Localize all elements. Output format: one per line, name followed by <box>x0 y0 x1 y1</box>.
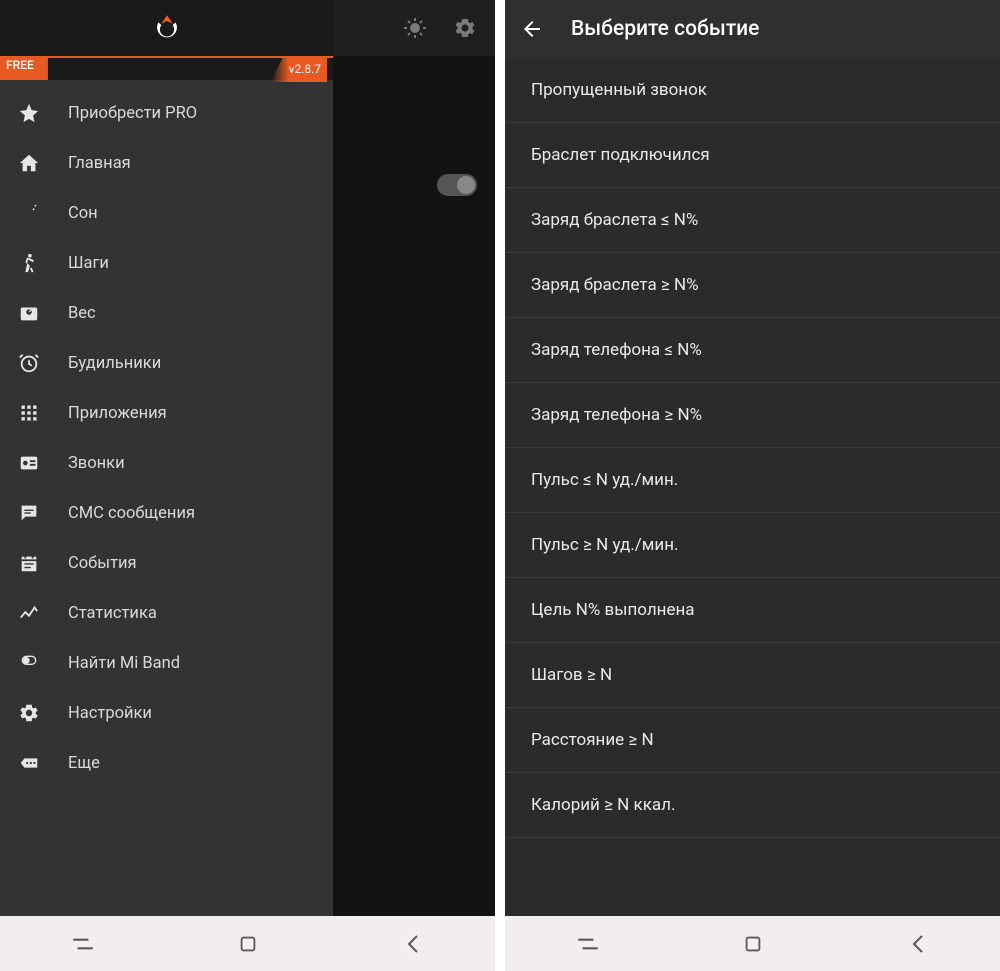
event-item[interactable]: Пропущенный звонок <box>505 58 1000 123</box>
sidebar-item-label: Приобрести PRO <box>68 104 197 123</box>
event-list: Пропущенный звонокБраслет подключилсяЗар… <box>505 58 1000 916</box>
sidebar-item-alarm[interactable]: Будильники <box>0 338 333 388</box>
sidebar-item-apps[interactable]: Приложения <box>0 388 333 438</box>
sidebar-item-label: Статистика <box>68 604 157 623</box>
sidebar-item-label: Вес <box>68 304 96 323</box>
toggle-knob <box>457 176 475 194</box>
sidebar-item-sms[interactable]: СМС сообщения <box>0 488 333 538</box>
more-icon <box>18 752 40 774</box>
left-header <box>0 0 495 56</box>
star-icon <box>18 102 40 124</box>
events-icon <box>18 552 40 574</box>
sidebar-item-calls[interactable]: Звонки <box>0 438 333 488</box>
logo-area <box>0 0 333 56</box>
gear-icon[interactable] <box>443 6 487 50</box>
event-item[interactable]: Калорий ≥ N ккал. <box>505 773 1000 838</box>
sidebar-item-label: События <box>68 554 137 573</box>
sidebar-item-label: Найти Mi Band <box>68 654 180 673</box>
system-navbar-right <box>505 916 1000 971</box>
stats-icon <box>18 602 40 624</box>
settings-icon <box>18 702 40 724</box>
moon-icon <box>18 202 40 224</box>
free-badge: FREE <box>0 56 48 80</box>
event-item[interactable]: Заряд телефона ≥ N% <box>505 383 1000 448</box>
version-bar: FREE v2.8.7 <box>0 56 333 80</box>
toggle-switch[interactable] <box>437 174 477 196</box>
calls-icon <box>18 452 40 474</box>
event-item[interactable]: Заряд браслета ≤ N% <box>505 188 1000 253</box>
event-item[interactable]: Браслет подключился <box>505 123 1000 188</box>
sidebar-item-label: Сон <box>68 204 98 223</box>
event-item[interactable]: Заряд телефона ≤ N% <box>505 318 1000 383</box>
right-header: Выберите событие <box>505 0 1000 58</box>
event-item[interactable]: Цель N% выполнена <box>505 578 1000 643</box>
event-item[interactable]: Расстояние ≥ N <box>505 708 1000 773</box>
back-button[interactable] <box>383 924 443 964</box>
sms-icon <box>18 502 40 524</box>
sidebar-item-label: Главная <box>68 154 131 173</box>
sidebar-item-label: Настройки <box>68 704 152 723</box>
event-item[interactable]: Заряд браслета ≥ N% <box>505 253 1000 318</box>
weight-icon <box>18 302 40 324</box>
recents-button[interactable] <box>558 924 618 964</box>
sidebar-item-label: Приложения <box>68 404 167 423</box>
sidebar-item-label: Звонки <box>68 454 125 473</box>
home-button[interactable] <box>723 924 783 964</box>
home-button[interactable] <box>218 924 278 964</box>
sidebar-item-find[interactable]: Найти Mi Band <box>0 638 333 688</box>
apps-icon <box>18 402 40 424</box>
nav-drawer: Приобрести PRO Главная Сон Шаги Вес Будильник… <box>0 80 333 916</box>
home-icon <box>18 152 40 174</box>
sidebar-item-settings[interactable]: Настройки <box>0 688 333 738</box>
sidebar-item-label: СМС сообщения <box>68 504 195 523</box>
sidebar-item-stats[interactable]: Статистика <box>0 588 333 638</box>
drawer-scrim[interactable] <box>333 56 495 916</box>
sidebar-item-star[interactable]: Приобрести PRO <box>0 88 333 138</box>
sidebar-item-home[interactable]: Главная <box>0 138 333 188</box>
bug-icon[interactable] <box>393 6 437 50</box>
event-item[interactable]: Шагов ≥ N <box>505 643 1000 708</box>
phone-right: Выберите событие Пропущенный звонокБрасл… <box>505 0 1000 971</box>
header-actions <box>333 6 495 50</box>
alarm-icon <box>18 352 40 374</box>
back-arrow-icon[interactable] <box>519 16 545 42</box>
event-item[interactable]: Пульс ≥ N уд./мин. <box>505 513 1000 578</box>
sidebar-item-walk[interactable]: Шаги <box>0 238 333 288</box>
sidebar-item-more[interactable]: Еще <box>0 738 333 788</box>
event-item[interactable]: Пульс ≤ N уд./мин. <box>505 448 1000 513</box>
find-icon <box>18 652 40 674</box>
recents-button[interactable] <box>53 924 113 964</box>
app-logo-icon <box>149 10 185 46</box>
back-button[interactable] <box>888 924 948 964</box>
sidebar-item-label: Еще <box>68 754 100 773</box>
sidebar-item-label: Шаги <box>68 254 109 273</box>
version-label: v2.8.7 <box>271 58 327 82</box>
sidebar-item-events[interactable]: События <box>0 538 333 588</box>
walk-icon <box>18 252 40 274</box>
phone-left: FREE v2.8.7 Приобрести PRO Главная Сон Шаги… <box>0 0 495 971</box>
sidebar-item-moon[interactable]: Сон <box>0 188 333 238</box>
page-title: Выберите событие <box>571 17 759 41</box>
system-navbar-left <box>0 916 495 971</box>
sidebar-item-weight[interactable]: Вес <box>0 288 333 338</box>
sidebar-item-label: Будильники <box>68 354 161 373</box>
